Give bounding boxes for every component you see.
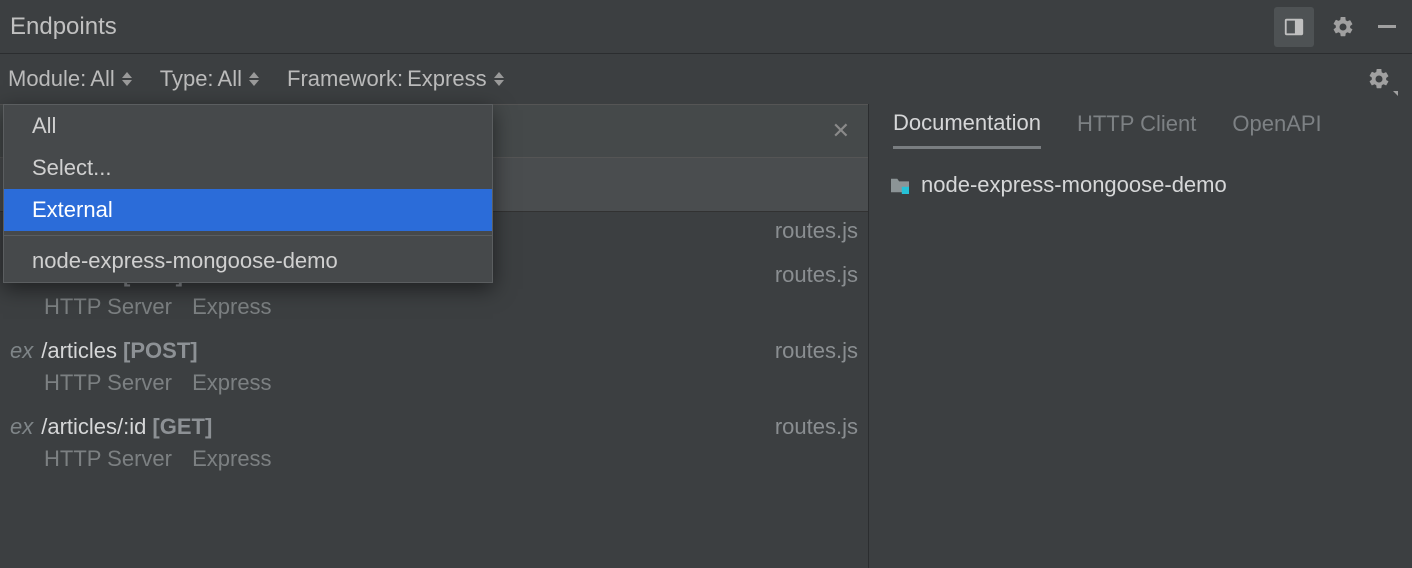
tab-documentation[interactable]: Documentation (893, 110, 1041, 149)
framework-filter[interactable]: Framework: Express (287, 66, 504, 92)
endpoint-path: /articles/:id (41, 414, 146, 440)
gear-icon[interactable] (1364, 64, 1394, 94)
module-dropdown: All Select... External node-express-mong… (3, 104, 493, 283)
endpoint-server: HTTP Server (44, 294, 172, 319)
panel-split-icon[interactable] (1274, 7, 1314, 47)
gear-icon[interactable] (1328, 12, 1358, 42)
doc-project-name: node-express-mongoose-demo (921, 172, 1227, 198)
framework-label: Framework: (287, 66, 403, 92)
minimize-icon[interactable] (1372, 12, 1402, 42)
type-value: All (218, 66, 242, 92)
endpoint-file: routes.js (775, 218, 858, 244)
express-badge-icon: ex (10, 338, 33, 364)
type-label: Type: (160, 66, 214, 92)
chevron-updown-icon (494, 72, 504, 86)
titlebar-actions (1274, 7, 1402, 47)
dropdown-item-project[interactable]: node-express-mongoose-demo (4, 240, 492, 282)
endpoint-method: [POST] (123, 338, 198, 364)
details-pane: Documentation HTTP Client OpenAPI node-e… (869, 104, 1412, 568)
dropdown-item-external[interactable]: External (4, 189, 492, 231)
endpoint-server: HTTP Server (44, 370, 172, 395)
endpoint-method: [GET] (152, 414, 212, 440)
chevron-updown-icon (122, 72, 132, 86)
type-filter[interactable]: Type: All (160, 66, 259, 92)
chevron-updown-icon (249, 72, 259, 86)
endpoint-item[interactable]: ex /articles/:id [GET] routes.js HTTP Se… (10, 400, 858, 476)
endpoint-item[interactable]: ex /articles [POST] routes.js HTTP Serve… (10, 324, 858, 400)
content-split: ✕ routes.js HTTP Server Express ex /arti… (0, 104, 1412, 568)
panel-title: Endpoints (10, 13, 117, 41)
endpoint-path: /articles (41, 338, 117, 364)
endpoint-file: routes.js (775, 338, 858, 364)
titlebar: Endpoints (0, 0, 1412, 54)
tab-http-client[interactable]: HTTP Client (1077, 111, 1196, 147)
endpoint-framework: Express (192, 294, 271, 319)
dropdown-divider (4, 235, 492, 236)
endpoint-file: routes.js (775, 262, 858, 288)
module-label: Module: (8, 66, 86, 92)
dropdown-item-select[interactable]: Select... (4, 147, 492, 189)
documentation-content: node-express-mongoose-demo (869, 154, 1412, 216)
tab-openapi[interactable]: OpenAPI (1232, 111, 1321, 147)
endpoints-list-pane: ✕ routes.js HTTP Server Express ex /arti… (0, 104, 869, 568)
module-value: All (90, 66, 114, 92)
dropdown-item-all[interactable]: All (4, 105, 492, 147)
module-filter[interactable]: Module: All (8, 66, 132, 92)
filters-toolbar: Module: All Type: All Framework: Express (0, 54, 1412, 104)
endpoint-server: HTTP Server (44, 446, 172, 471)
folder-icon (889, 176, 911, 194)
endpoint-file: routes.js (775, 414, 858, 440)
close-icon[interactable]: ✕ (832, 118, 850, 144)
details-tabs: Documentation HTTP Client OpenAPI (869, 104, 1412, 154)
framework-value: Express (407, 66, 486, 92)
endpoint-framework: Express (192, 446, 271, 471)
endpoint-framework: Express (192, 370, 271, 395)
express-badge-icon: ex (10, 414, 33, 440)
